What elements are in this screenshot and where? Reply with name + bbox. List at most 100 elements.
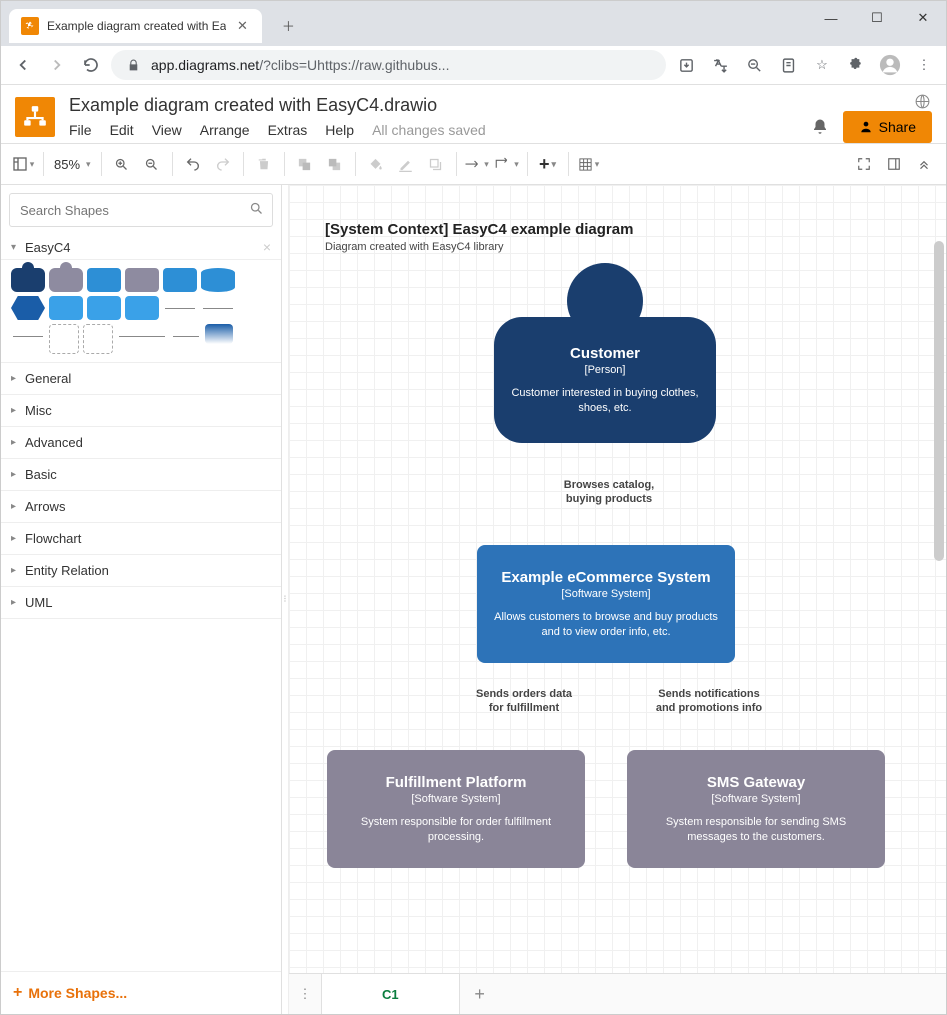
reload-button[interactable] [77,51,105,79]
shape-database[interactable] [201,268,235,292]
edge-label-1[interactable]: Browses catalog, buying products [549,478,669,507]
shape-text[interactable] [117,324,167,348]
shape-component2[interactable] [87,296,121,320]
redo-button[interactable] [209,150,237,178]
view-mode-button[interactable]: ▾ [9,150,37,178]
scrollbar-thumb[interactable] [934,241,944,561]
shape-text2[interactable] [171,324,201,348]
fill-color-button[interactable] [362,150,390,178]
collapse-button[interactable] [910,150,938,178]
more-shapes-button[interactable]: +More Shapes... [1,971,281,1014]
install-app-icon[interactable] [672,51,700,79]
section-misc[interactable]: ▸Misc [1,395,281,427]
diagram-subtitle[interactable]: Diagram created with EasyC4 library [325,241,504,253]
close-window-button[interactable]: ✕ [900,1,946,35]
kebab-menu-icon[interactable]: ⋮ [910,51,938,79]
new-tab-button[interactable]: ＋ [274,11,302,39]
document-title[interactable]: Example diagram created with EasyC4.draw… [69,93,797,118]
palette-header-easyc4[interactable]: ▾ EasyC4 × [1,235,281,260]
omnibox[interactable]: app.diagrams.net/?clibs=Uhttps://raw.git… [111,50,666,80]
section-flowchart[interactable]: ▸Flowchart [1,523,281,555]
menu-help[interactable]: Help [325,122,354,138]
zoom-out-button[interactable] [138,150,166,178]
section-advanced[interactable]: ▸Advanced [1,427,281,459]
node-sms[interactable]: SMS Gateway [Software System] System res… [627,750,885,868]
node-customer[interactable]: Customer [Person] Customer interested in… [494,317,716,443]
shape-system-ext[interactable] [125,268,159,292]
shape-component3[interactable] [125,296,159,320]
lock-icon [123,55,143,75]
zoom-in-button[interactable] [108,150,136,178]
menu-arrange[interactable]: Arrange [200,122,250,138]
page-tab-c1[interactable]: C1 [322,974,460,1014]
shape-person[interactable] [11,268,45,292]
shape-boundary2[interactable] [83,324,113,354]
browser-window: Example diagram created with Ea ✕ ＋ — ☐ … [0,0,947,1015]
forward-button[interactable] [43,51,71,79]
language-icon[interactable] [912,91,932,111]
extensions-icon[interactable] [842,51,870,79]
shadow-button[interactable] [422,150,450,178]
back-button[interactable] [9,51,37,79]
connection-button[interactable]: ▾ [463,150,491,178]
fullscreen-button[interactable] [850,150,878,178]
diagram-title[interactable]: [System Context] EasyC4 example diagram [325,221,633,238]
zoom-out-icon[interactable] [740,51,768,79]
notifications-icon[interactable] [811,118,829,136]
translate-icon[interactable] [706,51,734,79]
splitter-handle[interactable]: ⁝ [282,185,289,1014]
section-general[interactable]: ▸General [1,363,281,395]
close-tab-icon[interactable]: ✕ [234,18,250,34]
shape-container[interactable] [163,268,197,292]
share-button[interactable]: Share [843,111,932,143]
shape-component[interactable] [49,296,83,320]
menu-view[interactable]: View [152,122,182,138]
close-palette-icon[interactable]: × [263,239,271,255]
shape-relation3[interactable] [11,324,45,348]
line-color-button[interactable] [392,150,420,178]
section-uml[interactable]: ▸UML [1,587,281,619]
shape-legend[interactable] [205,324,233,344]
app-logo-icon[interactable] [15,97,55,137]
node-ecommerce[interactable]: Example eCommerce System [Software Syste… [477,545,735,663]
waypoint-button[interactable]: ▾ [493,150,521,178]
titlebar: Example diagram created with Ea ✕ ＋ — ☐ … [1,1,946,46]
edge-label-3[interactable]: Sends notifications and promotions info [639,687,779,716]
reader-icon[interactable] [774,51,802,79]
search-icon[interactable] [249,201,264,219]
shape-relation2[interactable] [201,296,235,320]
canvas[interactable]: [System Context] EasyC4 example diagram … [289,185,946,973]
add-page-button[interactable]: + [460,984,500,1005]
browser-tab[interactable]: Example diagram created with Ea ✕ [9,9,262,43]
profile-icon[interactable] [876,51,904,79]
undo-button[interactable] [179,150,207,178]
node-fulfillment[interactable]: Fulfillment Platform [Software System] S… [327,750,585,868]
zoom-select[interactable]: 85%▾ [50,157,95,172]
shape-search-input[interactable] [18,202,249,219]
shape-hex[interactable] [11,296,45,320]
page-menu-icon[interactable]: ⋮ [289,974,322,1014]
table-button[interactable]: ▾ [575,150,603,178]
menu-edit[interactable]: Edit [110,122,134,138]
shape-person-ext[interactable] [49,268,83,292]
maximize-button[interactable]: ☐ [854,1,900,35]
shape-system[interactable] [87,268,121,292]
section-entity[interactable]: ▸Entity Relation [1,555,281,587]
shape-boundary[interactable] [49,324,79,354]
insert-button[interactable]: +▾ [534,150,562,178]
shape-search[interactable] [9,193,273,227]
shape-palette [1,260,281,363]
format-panel-button[interactable] [880,150,908,178]
delete-button[interactable] [250,150,278,178]
shape-relation[interactable] [163,296,197,320]
toolbar: ▾ 85%▾ ▾ ▾ +▾ ▾ [1,143,946,185]
minimize-button[interactable]: — [808,1,854,35]
to-back-button[interactable] [321,150,349,178]
menu-file[interactable]: File [69,122,92,138]
section-arrows[interactable]: ▸Arrows [1,491,281,523]
to-front-button[interactable] [291,150,319,178]
bookmark-icon[interactable]: ☆ [808,51,836,79]
edge-label-2[interactable]: Sends orders data for fulfillment [459,687,589,716]
menu-extras[interactable]: Extras [268,122,308,138]
section-basic[interactable]: ▸Basic [1,459,281,491]
